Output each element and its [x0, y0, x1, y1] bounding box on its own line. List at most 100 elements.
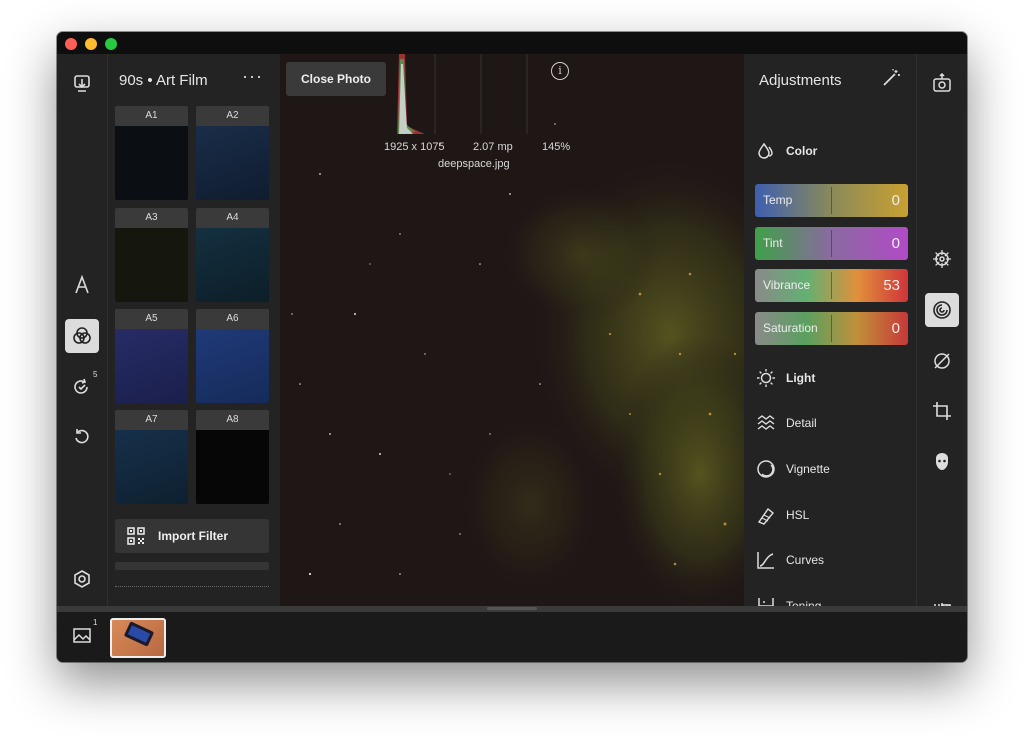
- detail-section-header[interactable]: Detail: [756, 412, 817, 434]
- temp-slider[interactable]: Temp 0: [755, 184, 908, 217]
- text-icon: [75, 275, 89, 294]
- history-count-badge: 5: [93, 370, 98, 379]
- night-sky-photo: [291, 123, 744, 606]
- filter-thumb-a3[interactable]: A3: [115, 208, 188, 302]
- vignette-section-header[interactable]: Vignette: [756, 458, 830, 480]
- color-section-header[interactable]: Color: [756, 140, 817, 162]
- detail-section-label: Detail: [786, 416, 817, 430]
- filter-preview: [196, 430, 269, 504]
- zoom-window-button[interactable]: [105, 38, 117, 50]
- curves-section-header[interactable]: Curves: [756, 549, 824, 571]
- export-icon: [933, 73, 951, 92]
- filter-thumb-a5[interactable]: A5: [115, 309, 188, 403]
- photo-dimensions: 1925 x 1075: [384, 141, 445, 153]
- detail-icon: [757, 415, 775, 430]
- export-button[interactable]: [925, 66, 959, 100]
- panel-scrollbar[interactable]: [115, 562, 269, 570]
- filter-thumb-label: A2: [196, 106, 269, 126]
- minimize-window-button[interactable]: [85, 38, 97, 50]
- import-filter-button[interactable]: Import Filter: [115, 519, 269, 553]
- filter-thumb-label: A7: [115, 410, 188, 430]
- filter-preview: [115, 430, 188, 504]
- slider-center-tick: [831, 272, 832, 299]
- photo-canvas[interactable]: Close Photo 1925 x 1075 2.07 mp 145% dee…: [280, 54, 744, 606]
- filters-button[interactable]: [65, 319, 99, 353]
- filmstrip-thumbnail[interactable]: [110, 618, 166, 658]
- adjustments-icon: [933, 301, 951, 319]
- photo-megapixels: 2.07 mp: [473, 141, 513, 153]
- photo-filename: deepspace.jpg: [438, 158, 510, 170]
- tint-label: Tint: [763, 236, 783, 250]
- phone-photo: [124, 621, 154, 647]
- import-photo-button[interactable]: [65, 66, 99, 100]
- settings-hexagon-icon: [74, 570, 90, 588]
- adjustments-panel: Adjustments Color Temp 0 Tint 0 Vibrance…: [744, 54, 916, 614]
- curves-section-label: Curves: [786, 553, 825, 567]
- filter-preview: [196, 329, 269, 403]
- preferences-button[interactable]: [65, 562, 99, 596]
- presets-wheel-button[interactable]: [925, 242, 959, 276]
- adjustments-button[interactable]: [925, 293, 959, 327]
- filter-thumb-label: A8: [196, 410, 269, 430]
- info-button[interactable]: i: [551, 62, 569, 80]
- filter-thumb-label: A6: [196, 309, 269, 329]
- filter-thumb-a4[interactable]: A4: [196, 208, 269, 302]
- photo-count-badge: 1: [93, 618, 98, 627]
- filter-preview: [115, 329, 188, 403]
- filter-preview: [196, 126, 269, 200]
- hsl-section-label: HSL: [786, 508, 810, 522]
- filter-thumb-label: A4: [196, 208, 269, 228]
- filter-thumb-a8[interactable]: A8: [196, 410, 269, 504]
- title-bar: [57, 32, 967, 54]
- history-icon: [74, 378, 88, 394]
- slider-center-tick: [831, 187, 832, 214]
- more-options-button[interactable]: ···: [242, 66, 263, 87]
- left-toolbar: 5: [57, 54, 108, 606]
- history-button[interactable]: 5: [65, 370, 99, 404]
- image-icon: [73, 628, 91, 643]
- auto-enhance-wand-icon[interactable]: [881, 68, 901, 88]
- filters-icon: [73, 327, 91, 344]
- color-section-label: Color: [786, 144, 818, 158]
- vignette-section-label: Vignette: [786, 462, 830, 476]
- heal-button[interactable]: [925, 344, 959, 378]
- filter-thumb-label: A3: [115, 208, 188, 228]
- close-photo-button[interactable]: Close Photo: [286, 62, 386, 96]
- face-button[interactable]: [925, 445, 959, 479]
- tint-slider[interactable]: Tint 0: [755, 227, 908, 260]
- crop-button[interactable]: [925, 394, 959, 428]
- color-drops-icon: [758, 142, 773, 159]
- vibrance-slider[interactable]: Vibrance 53: [755, 269, 908, 302]
- filter-thumb-a2[interactable]: A2: [196, 106, 269, 200]
- saturation-label: Saturation: [763, 321, 818, 335]
- temp-value: 0: [891, 192, 900, 209]
- resize-handle[interactable]: [487, 607, 537, 610]
- photo-library-button[interactable]: 1: [65, 618, 99, 652]
- filmstrip: 1: [57, 612, 967, 662]
- filter-thumb-a7[interactable]: A7: [115, 410, 188, 504]
- saturation-value: 0: [891, 320, 900, 337]
- adjustments-title: Adjustments: [759, 72, 842, 89]
- filter-thumb-a1[interactable]: A1: [115, 106, 188, 200]
- qr-code-icon: [127, 527, 145, 545]
- light-section-header[interactable]: Light: [756, 367, 815, 389]
- vignette-icon: [757, 460, 775, 478]
- panel-dotted-divider: [115, 586, 269, 587]
- filter-collection-title: 90s • Art Film: [119, 72, 208, 89]
- zoom-level: 145%: [542, 141, 571, 153]
- text-tool-button[interactable]: [65, 268, 99, 302]
- app-window: 5 90s • Art Film ··· A1 A2 A3 A4 A5 A6 A…: [57, 32, 967, 662]
- saturation-slider[interactable]: Saturation 0: [755, 312, 908, 345]
- face-icon: [936, 453, 948, 470]
- filter-preview: [115, 228, 188, 302]
- revert-button[interactable]: [65, 420, 99, 454]
- filter-preview: [196, 228, 269, 302]
- slider-center-tick: [831, 315, 832, 342]
- filter-thumb-a6[interactable]: A6: [196, 309, 269, 403]
- filter-thumb-label: A5: [115, 309, 188, 329]
- close-window-button[interactable]: [65, 38, 77, 50]
- hsl-icon: [757, 507, 774, 525]
- curves-icon: [757, 552, 774, 569]
- hsl-section-header[interactable]: HSL: [756, 504, 809, 526]
- tint-value: 0: [891, 235, 900, 252]
